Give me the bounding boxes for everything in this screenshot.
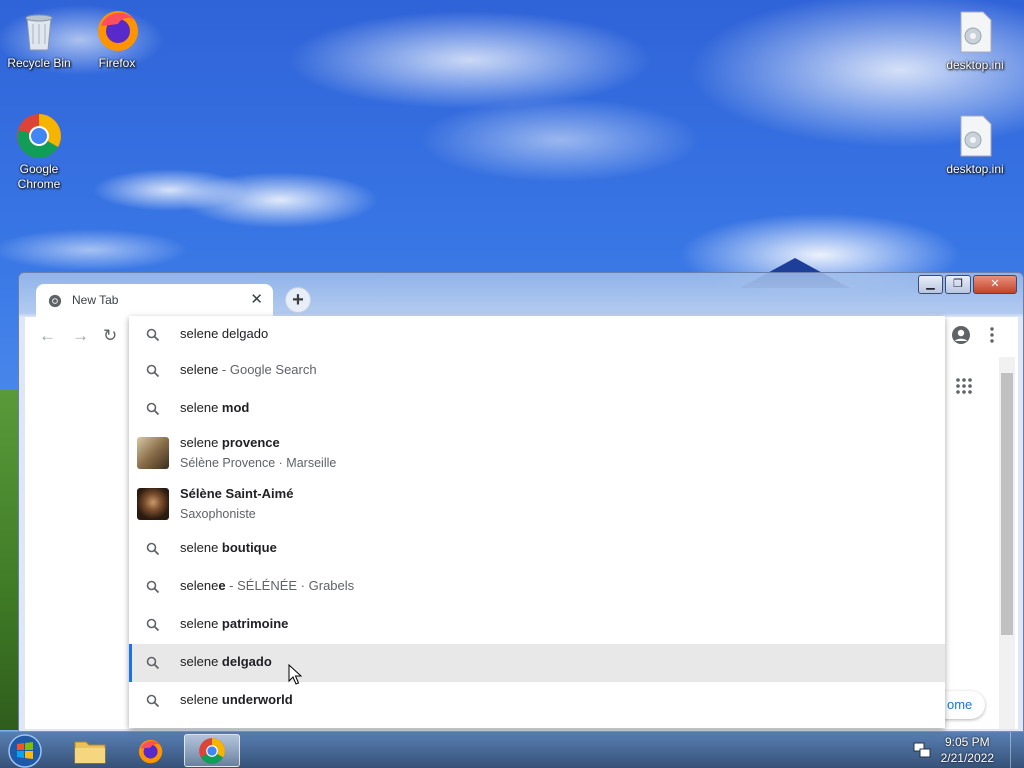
desktop-icon-recycle-bin[interactable]: Recycle Bin [1, 6, 77, 71]
clock-date: 2/21/2022 [940, 751, 994, 765]
suggestion-text: selene [180, 692, 222, 707]
reload-icon[interactable]: ↻ [103, 326, 117, 346]
search-icon [146, 364, 160, 378]
suggestion-bold-text: Sélène Saint-Aimé [180, 486, 294, 501]
recycle-bin-icon [15, 6, 63, 54]
settings-file-icon [951, 8, 999, 56]
scrollbar-thumb[interactable] [1001, 373, 1013, 635]
desktop-icon-label: Firefox [98, 56, 136, 70]
suggestion-item[interactable]: selene underworld [129, 682, 945, 720]
suggestion-item-entity[interactable]: selene provence Sélène Provence · Marsei… [129, 428, 945, 478]
suggestion-bold-text: boutique [221, 540, 277, 555]
chrome-icon [199, 738, 225, 764]
suggestion-subtext: - Google Search [218, 362, 317, 377]
suggestion-subtext: - SÉLÉNÉE · Grabels [225, 578, 355, 593]
tab-new-tab[interactable]: New Tab ✕ [36, 284, 273, 317]
suggestion-bold-text: underworld [221, 692, 293, 707]
show-desktop-button[interactable] [1010, 732, 1024, 768]
tab-close-icon[interactable]: ✕ [250, 290, 263, 308]
search-icon [146, 618, 160, 632]
minimize-button[interactable]: ▁ [918, 275, 943, 294]
omnibox-input[interactable]: selene delgado [129, 316, 945, 354]
back-arrow-icon[interactable]: ← [39, 326, 56, 346]
desktop-icon-label: desktop.ini [946, 162, 1004, 176]
chrome-favicon-icon [48, 294, 62, 308]
clock-time: 9:05 PM [944, 735, 990, 749]
thumbnail-image [137, 488, 169, 520]
chrome-icon [15, 112, 63, 160]
desktop-icon-chrome[interactable]: Google Chrome [1, 112, 77, 192]
close-button[interactable]: ✕ [973, 275, 1017, 294]
suggestion-bold-text: provence [221, 435, 280, 450]
firefox-icon [138, 739, 163, 764]
desktop-icon-label: desktop.ini [946, 58, 1004, 72]
suggestion-item-selected[interactable]: selene delgado [129, 644, 945, 682]
suggestion-bold-text: e [218, 578, 226, 593]
mouse-cursor-icon [288, 664, 302, 685]
suggestion-bold-text: mod [221, 400, 250, 415]
suggestion-item[interactable]: selenee - SÉLÉNÉE · Grabels [129, 568, 945, 606]
taskbar-chrome[interactable] [184, 734, 240, 767]
settings-file-icon [951, 112, 999, 160]
suggestion-item[interactable]: selene boutique [129, 530, 945, 568]
taskbar-firefox[interactable] [123, 734, 179, 767]
forward-arrow-icon[interactable]: → [72, 326, 89, 346]
suggestion-bold-text: delgado [221, 654, 272, 669]
desktop-icon-firefox[interactable]: Firefox [79, 6, 155, 71]
taskbar-explorer[interactable] [62, 734, 118, 767]
vertical-scrollbar[interactable] [999, 357, 1015, 729]
search-icon [146, 656, 160, 670]
suggestion-item[interactable]: selene patrimoine [129, 606, 945, 644]
search-icon [146, 328, 160, 342]
search-icon [146, 402, 160, 416]
suggestion-text: selene [180, 435, 222, 450]
menu-kebab-icon[interactable] [990, 327, 994, 343]
desktop-icon-desktop-ini-1[interactable]: desktop.ini [937, 8, 1013, 73]
search-icon [146, 580, 160, 594]
network-icon[interactable] [913, 741, 931, 759]
suggestion-bold-text: patrimoine [221, 616, 289, 631]
profile-avatar-icon[interactable] [952, 326, 970, 344]
suggestion-text: selene [180, 540, 222, 555]
new-tab-button[interactable]: + [285, 287, 311, 313]
system-clock[interactable]: 9:05 PM 2/21/2022 [941, 734, 994, 766]
apps-grid-icon[interactable] [956, 378, 972, 394]
suggestion-text: selene [180, 616, 222, 631]
suggestion-item-entity[interactable]: Sélène Saint-Aimé Saxophoniste [129, 479, 945, 529]
omnibox-text: selene delgado [180, 326, 269, 341]
thumbnail-image [137, 437, 169, 469]
suggestion-text: selene [180, 578, 219, 593]
suggestion-subtext: Sélène Provence · Marseille [180, 456, 337, 470]
desktop-icon-label: Recycle Bin [7, 56, 71, 70]
firefox-icon [93, 6, 141, 54]
start-button-icon[interactable] [7, 733, 43, 768]
suggestion-item[interactable]: selene - Google Search [129, 352, 945, 390]
suggestion-item[interactable]: selene mod [129, 390, 945, 428]
suggestion-text: selene [180, 362, 219, 377]
suggestion-text: selene [180, 654, 222, 669]
folder-icon [74, 741, 106, 764]
maximize-button[interactable]: ❐ [945, 275, 971, 294]
suggestion-text: selene [180, 400, 222, 415]
tab-title: New Tab [72, 293, 119, 307]
taskbar: 9:05 PM 2/21/2022 [0, 731, 1024, 768]
search-icon [146, 694, 160, 708]
omnibox-dropdown: selene delgado selene - Google Search se… [129, 316, 945, 728]
suggestion-subtext: Saxophoniste [180, 507, 256, 521]
search-icon [146, 542, 160, 556]
desktop-icon-label: Google Chrome [17, 162, 61, 191]
desktop-icon-desktop-ini-2[interactable]: desktop.ini [937, 112, 1013, 177]
